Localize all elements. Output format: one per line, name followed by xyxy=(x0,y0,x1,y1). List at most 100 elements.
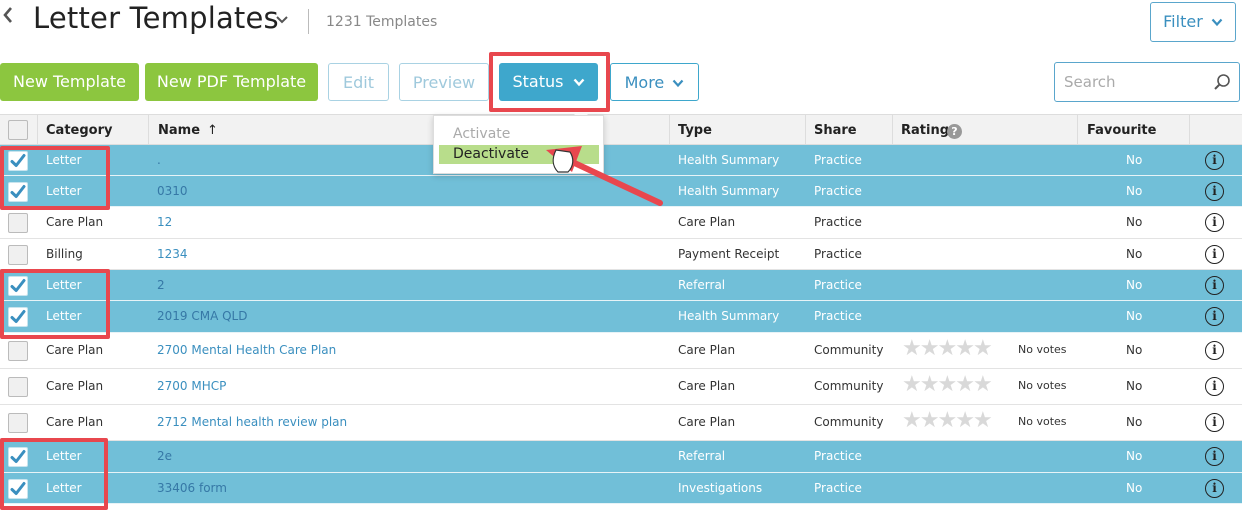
back-chevron-icon[interactable] xyxy=(2,5,14,31)
row-checkbox[interactable] xyxy=(8,479,28,499)
row-checkbox[interactable] xyxy=(8,182,28,202)
filter-button[interactable]: Filter xyxy=(1150,2,1236,42)
row-share: Community xyxy=(814,415,884,429)
table-row[interactable]: Letter 2 Referral Practice No i xyxy=(0,270,1242,301)
template-count: 1231 Templates xyxy=(326,14,438,30)
info-icon[interactable]: i xyxy=(1205,213,1224,232)
status-menu-activate[interactable]: Activate xyxy=(439,125,599,144)
table-row[interactable]: Care Plan 2700 MHCP Care Plan Community No ★★… xyxy=(0,369,1242,405)
row-checkbox[interactable] xyxy=(8,413,28,433)
info-icon[interactable]: i xyxy=(1205,413,1224,432)
row-type: Payment Receipt xyxy=(678,247,780,261)
checkmark-icon xyxy=(10,279,26,292)
rating-stars[interactable]: ★★★★★ xyxy=(902,372,993,397)
row-name-link[interactable]: 2 xyxy=(157,278,165,292)
info-icon[interactable]: i xyxy=(1205,447,1224,466)
checkmark-icon xyxy=(10,185,26,198)
select-all-checkbox[interactable] xyxy=(8,120,28,140)
row-favourite: No xyxy=(1126,278,1143,292)
row-name-link[interactable]: 2700 MHCP xyxy=(157,379,226,393)
column-header-type[interactable]: Type xyxy=(678,123,712,138)
info-icon[interactable]: i xyxy=(1205,377,1224,396)
info-icon[interactable]: i xyxy=(1205,182,1224,201)
row-checkbox[interactable] xyxy=(8,307,28,327)
row-name-link[interactable]: 12 xyxy=(157,215,172,229)
row-type: Care Plan xyxy=(678,215,736,229)
rating-help-icon[interactable]: ? xyxy=(947,124,962,139)
new-pdf-template-button[interactable]: New PDF Template xyxy=(145,63,318,101)
info-icon[interactable]: i xyxy=(1205,245,1224,264)
more-chevron-icon xyxy=(673,79,684,88)
row-category: Letter xyxy=(46,153,82,167)
edit-button[interactable]: Edit xyxy=(328,63,389,101)
row-name-link[interactable]: 2019 CMA QLD xyxy=(157,309,247,323)
row-name-link[interactable]: . xyxy=(157,153,161,167)
title-dropdown-chevron-icon[interactable] xyxy=(276,14,288,29)
search-box xyxy=(1054,62,1240,102)
row-checkbox[interactable] xyxy=(8,377,28,397)
row-share: Practice xyxy=(814,184,862,198)
row-category: Billing xyxy=(46,247,83,261)
search-input[interactable] xyxy=(1056,64,1206,100)
column-header-share[interactable]: Share xyxy=(814,123,857,138)
row-name-link[interactable]: 2e xyxy=(157,449,172,463)
table-row[interactable]: Letter 2019 CMA QLD Health Summary Practice… xyxy=(0,301,1242,333)
status-chevron-icon xyxy=(573,78,584,87)
new-template-button[interactable]: New Template xyxy=(0,63,139,101)
table-row[interactable]: Letter 0310 Health Summary Practice No i xyxy=(0,176,1242,207)
row-type: Care Plan xyxy=(678,343,736,357)
table-row[interactable]: Care Plan 2700 Mental Health Care Plan Car… xyxy=(0,333,1242,369)
row-share: Practice xyxy=(814,309,862,323)
row-name-link[interactable]: 1234 xyxy=(157,247,188,261)
column-header-favourite[interactable]: Favourite xyxy=(1087,123,1156,138)
row-name-link[interactable]: 2712 Mental health review plan xyxy=(157,415,347,429)
filter-chevron-icon xyxy=(1211,18,1223,27)
table-row[interactable]: Care Plan 12 Care Plan Practice No i xyxy=(0,207,1242,239)
preview-button[interactable]: Preview xyxy=(399,63,489,101)
row-type: Care Plan xyxy=(678,379,736,393)
row-checkbox[interactable] xyxy=(8,245,28,265)
row-category: Letter xyxy=(46,184,82,198)
rating-stars[interactable]: ★★★★★ xyxy=(902,408,993,433)
table-row[interactable]: Letter 2e Referral Practice No i xyxy=(0,441,1242,473)
table-row[interactable]: Letter. Health Summary Practice No i xyxy=(0,145,1242,176)
row-checkbox[interactable] xyxy=(8,447,28,467)
info-icon[interactable]: i xyxy=(1205,307,1224,326)
table-row[interactable]: Care Plan 2712 Mental health review plan C… xyxy=(0,405,1242,441)
row-type: Health Summary xyxy=(678,153,780,167)
row-name-link[interactable]: 2700 Mental Health Care Plan xyxy=(157,343,336,357)
info-icon[interactable]: i xyxy=(1205,151,1224,170)
status-menu: Activate Deactivate xyxy=(433,115,604,174)
sort-ascending-icon: ↑ xyxy=(207,123,218,138)
info-icon[interactable]: i xyxy=(1205,276,1224,295)
rating-stars[interactable]: ★★★★★ xyxy=(902,336,993,361)
row-share: Practice xyxy=(814,481,862,495)
row-share: Community xyxy=(814,343,884,357)
table-row[interactable]: Letter 33406 form Investigations Practice No… xyxy=(0,473,1242,504)
row-share: Community xyxy=(814,379,884,393)
row-name-link[interactable]: 0310 xyxy=(157,184,188,198)
row-checkbox[interactable] xyxy=(8,213,28,233)
page-title: Letter Templates xyxy=(33,1,279,35)
table-row[interactable]: Billing 1234 Payment Receipt Practice No i xyxy=(0,239,1242,270)
column-header-category[interactable]: Category xyxy=(46,123,112,138)
info-icon[interactable]: i xyxy=(1205,479,1224,498)
row-checkbox[interactable] xyxy=(8,341,28,361)
row-favourite: No xyxy=(1126,215,1143,229)
row-checkbox[interactable] xyxy=(8,151,28,171)
info-icon[interactable]: i xyxy=(1205,341,1224,360)
row-share: Practice xyxy=(814,153,862,167)
row-name-link[interactable]: 33406 form xyxy=(157,481,227,495)
status-menu-deactivate[interactable]: Deactivate xyxy=(439,145,599,164)
row-favourite: No xyxy=(1126,343,1143,357)
row-checkbox[interactable] xyxy=(8,276,28,296)
row-type: Care Plan xyxy=(678,415,736,429)
row-category: Letter xyxy=(46,278,82,292)
row-share: Practice xyxy=(814,278,862,292)
status-button[interactable]: Status xyxy=(499,63,598,101)
search-icon[interactable] xyxy=(1213,73,1231,95)
more-button[interactable]: More xyxy=(610,63,699,101)
row-category: Letter xyxy=(46,309,82,323)
column-header-name[interactable]: Name xyxy=(158,123,200,138)
column-header-rating[interactable]: Rating xyxy=(901,123,949,138)
